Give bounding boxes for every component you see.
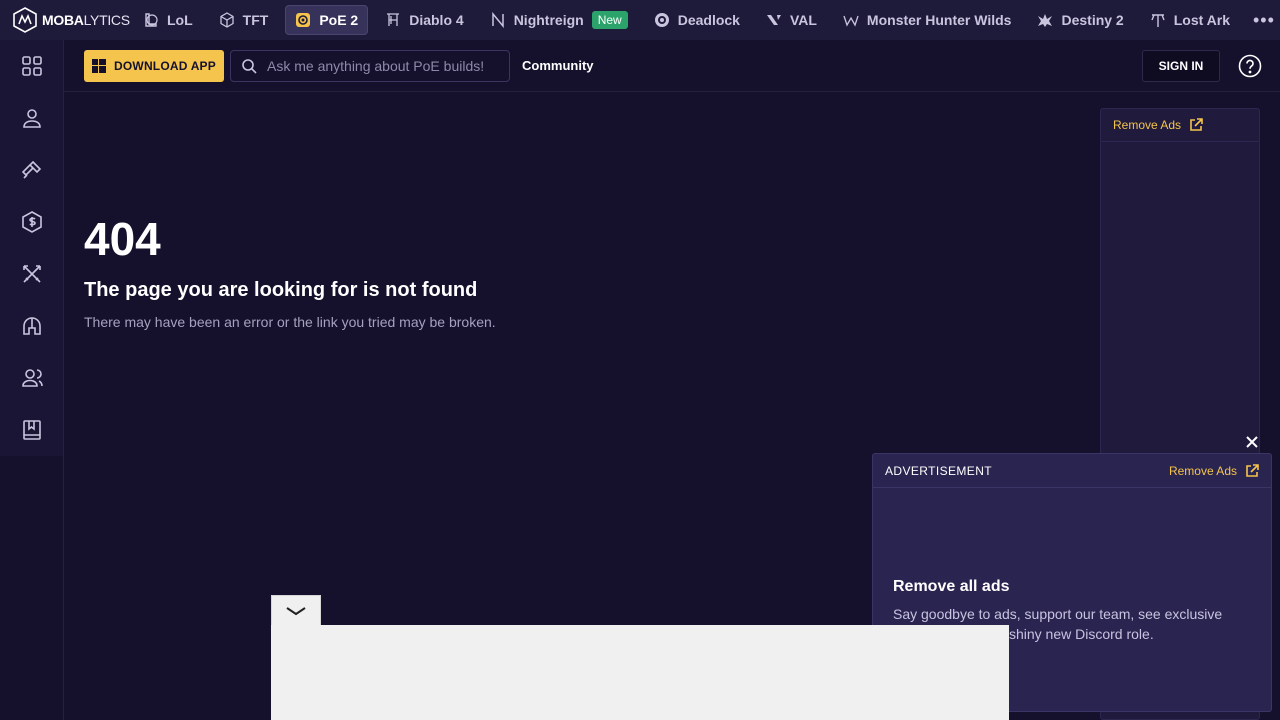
user-icon bbox=[23, 109, 41, 128]
sidebar-item-dashboard[interactable] bbox=[0, 40, 64, 92]
left-sidebar bbox=[0, 40, 64, 720]
tab-poe2[interactable]: PoE 2 bbox=[285, 5, 369, 35]
tab-monster-hunter[interactable]: Monster Hunter Wilds bbox=[834, 5, 1021, 35]
lost-ark-icon bbox=[1151, 14, 1165, 27]
remove-ads-title: Remove all ads bbox=[893, 578, 1010, 595]
tab-nightreign-label: Nightreign bbox=[513, 12, 584, 28]
windows-icon bbox=[92, 59, 107, 73]
tab-nightreign[interactable]: Nightreign New bbox=[481, 5, 637, 35]
tab-destiny2-label: Destiny 2 bbox=[1061, 12, 1124, 28]
sidebar-item-guides[interactable] bbox=[0, 404, 64, 456]
nightreign-icon bbox=[491, 12, 504, 28]
error-title: The page you are looking for is not foun… bbox=[84, 279, 478, 301]
new-badge: New bbox=[591, 11, 628, 29]
diablo-icon bbox=[387, 13, 400, 26]
external-link-icon bbox=[1246, 463, 1259, 477]
float-remove-ads[interactable]: Remove Ads bbox=[1169, 464, 1259, 478]
tab-diablo4-label: Diablo 4 bbox=[409, 12, 464, 28]
deadlock-icon bbox=[654, 13, 669, 27]
tab-lol-label: LoL bbox=[167, 12, 193, 28]
banner-collapse-button[interactable] bbox=[271, 595, 321, 625]
tab-lost-ark-label: Lost Ark bbox=[1173, 12, 1230, 28]
tab-valorant-label: VAL bbox=[789, 12, 817, 28]
currency-icon bbox=[22, 211, 42, 233]
hammer-icon bbox=[21, 160, 42, 179]
advertisement-label: ADVERTISEMENT bbox=[885, 463, 992, 478]
tab-deadlock-label: Deadlock bbox=[677, 12, 740, 28]
search-input[interactable] bbox=[267, 58, 497, 74]
lol-icon bbox=[145, 13, 158, 27]
sidebar-item-gear[interactable] bbox=[0, 300, 64, 352]
side-ad-header: Remove Ads bbox=[1101, 109, 1259, 142]
tab-lol[interactable]: LoL bbox=[134, 5, 202, 35]
sidebar-item-builds[interactable] bbox=[0, 144, 64, 196]
search-box bbox=[230, 50, 510, 82]
tab-valorant[interactable]: VAL bbox=[757, 5, 826, 35]
crossed-swords-icon bbox=[23, 265, 41, 283]
error-code: 404 bbox=[84, 213, 161, 265]
sidebar-item-profile[interactable] bbox=[0, 92, 64, 144]
destiny-icon bbox=[1038, 14, 1053, 27]
tab-monster-hunter-label: Monster Hunter Wilds bbox=[866, 12, 1012, 28]
logo-text: MOBALYTICS bbox=[42, 12, 130, 28]
users-icon bbox=[22, 369, 43, 387]
tab-tft[interactable]: TFT bbox=[210, 5, 278, 35]
sidebar-menu bbox=[0, 40, 63, 456]
help-icon[interactable] bbox=[1238, 54, 1262, 78]
tab-deadlock[interactable]: Deadlock bbox=[645, 5, 749, 35]
search-icon bbox=[242, 59, 257, 74]
helmet-icon bbox=[23, 317, 41, 335]
float-remove-ads-link[interactable]: Remove Ads bbox=[1169, 464, 1237, 478]
grid-icon bbox=[22, 56, 42, 76]
tab-lost-ark[interactable]: Lost Ark bbox=[1141, 5, 1239, 35]
bottom-banner-ad bbox=[271, 625, 1009, 720]
mobalytics-logo-icon bbox=[13, 7, 37, 33]
valorant-icon bbox=[766, 15, 781, 25]
more-games-button[interactable]: ••• bbox=[1253, 10, 1275, 31]
tab-diablo4[interactable]: Diablo 4 bbox=[376, 5, 472, 35]
book-icon bbox=[23, 420, 41, 440]
close-ad-icon[interactable] bbox=[1243, 433, 1261, 451]
external-link-icon bbox=[1190, 118, 1203, 131]
page-header: DOWNLOAD APP Community SIGN IN bbox=[64, 40, 1280, 92]
game-nav: MOBALYTICS LoL TFT PoE 2 Diablo 4 Nightr… bbox=[0, 0, 1280, 40]
monster-hunter-icon bbox=[843, 15, 859, 27]
tab-destiny2[interactable]: Destiny 2 bbox=[1028, 5, 1132, 35]
sidebar-item-skills[interactable] bbox=[0, 248, 64, 300]
tft-icon bbox=[220, 12, 234, 28]
poe2-icon bbox=[296, 13, 311, 27]
sign-in-button[interactable]: SIGN IN bbox=[1142, 50, 1220, 82]
chevron-down-icon bbox=[286, 606, 306, 615]
error-subtitle: There may have been an error or the link… bbox=[84, 314, 496, 330]
sidebar-item-community[interactable] bbox=[0, 352, 64, 404]
side-remove-ads-link[interactable]: Remove Ads bbox=[1113, 118, 1181, 132]
sidebar-item-economy[interactable] bbox=[0, 196, 64, 248]
download-app-label: DOWNLOAD APP bbox=[114, 59, 216, 73]
mobalytics-logo[interactable]: MOBALYTICS bbox=[0, 0, 134, 40]
download-app-button[interactable]: DOWNLOAD APP bbox=[84, 50, 224, 82]
advertisement-header: ADVERTISEMENT Remove Ads bbox=[873, 454, 1271, 488]
tab-tft-label: TFT bbox=[242, 12, 269, 28]
tab-poe2-label: PoE 2 bbox=[319, 12, 359, 28]
community-link[interactable]: Community bbox=[522, 58, 594, 73]
